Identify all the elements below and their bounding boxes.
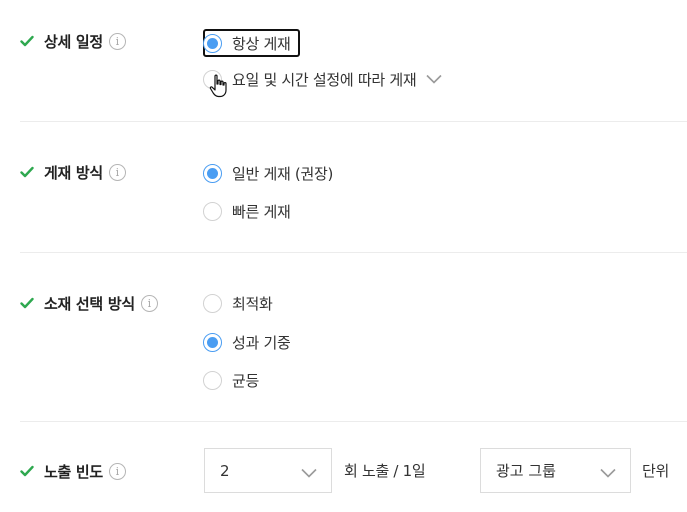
checkmark-icon [20,296,34,310]
option-label: 항상 게재 [232,34,291,53]
radio-button[interactable] [203,201,222,221]
radio-option-optimized[interactable]: 최적화 [203,291,273,315]
info-icon[interactable]: i [108,462,126,480]
radio-button-checked[interactable] [203,332,222,352]
section-divider [20,421,687,422]
detail-schedule-label: 상세 일정 [44,32,103,51]
radio-option-normal-delivery[interactable]: 일반 게재 (권장) [203,161,333,185]
chevron-down-icon [600,464,616,482]
radio-option-performance-weighted[interactable]: 성과 기중 [203,330,291,354]
section-divider [20,252,687,253]
radio-button-checked[interactable] [203,33,222,53]
creative-selection-label: 소재 선택 방식 [44,294,135,313]
option-label: 최적화 [232,294,273,313]
checkmark-icon [20,464,34,478]
frequency-unit-select[interactable]: 광고 그룹 [480,448,631,493]
hand-pointer-icon [209,74,229,102]
frequency-middle-text: 회 노출 / 1일 [344,462,426,480]
info-icon[interactable]: i [108,32,126,50]
radio-option-fast-delivery[interactable]: 빠른 게재 [203,199,291,223]
chevron-down-icon[interactable] [426,74,442,84]
frequency-label: 노출 빈도 [44,462,103,481]
option-label: 균등 [232,371,260,390]
option-label: 빠른 게재 [232,202,291,221]
radio-button-checked[interactable] [203,163,222,183]
section-divider [20,121,687,122]
frequency-count-value: 2 [220,461,230,480]
radio-button[interactable] [203,370,222,390]
radio-option-always[interactable]: 항상 게재 [203,31,291,55]
option-label: 요일 및 시간 설정에 따라 게재 [232,70,417,89]
radio-button[interactable] [203,293,222,313]
option-label: 성과 기중 [232,333,291,352]
radio-option-even[interactable]: 균등 [203,368,259,392]
creative-selection-label-group: 소재 선택 방식 i [20,292,158,314]
delivery-method-label-group: 게재 방식 i [20,161,126,183]
radio-option-by-day-time[interactable]: 요일 및 시간 설정에 따라 게재 [203,67,442,91]
frequency-label-group: 노출 빈도 i [20,460,126,482]
option-label: 일반 게재 (권장) [232,164,334,183]
info-icon[interactable]: i [140,294,158,312]
frequency-unit-value: 광고 그룹 [496,462,556,480]
delivery-method-label: 게재 방식 [44,163,103,182]
detail-schedule-label-group: 상세 일정 i [20,30,126,52]
checkmark-icon [20,34,34,48]
frequency-count-select[interactable]: 2 [204,448,332,493]
frequency-suffix-text: 단위 [642,462,670,480]
chevron-down-icon [301,464,317,482]
checkmark-icon [20,165,34,179]
info-icon[interactable]: i [108,163,126,181]
